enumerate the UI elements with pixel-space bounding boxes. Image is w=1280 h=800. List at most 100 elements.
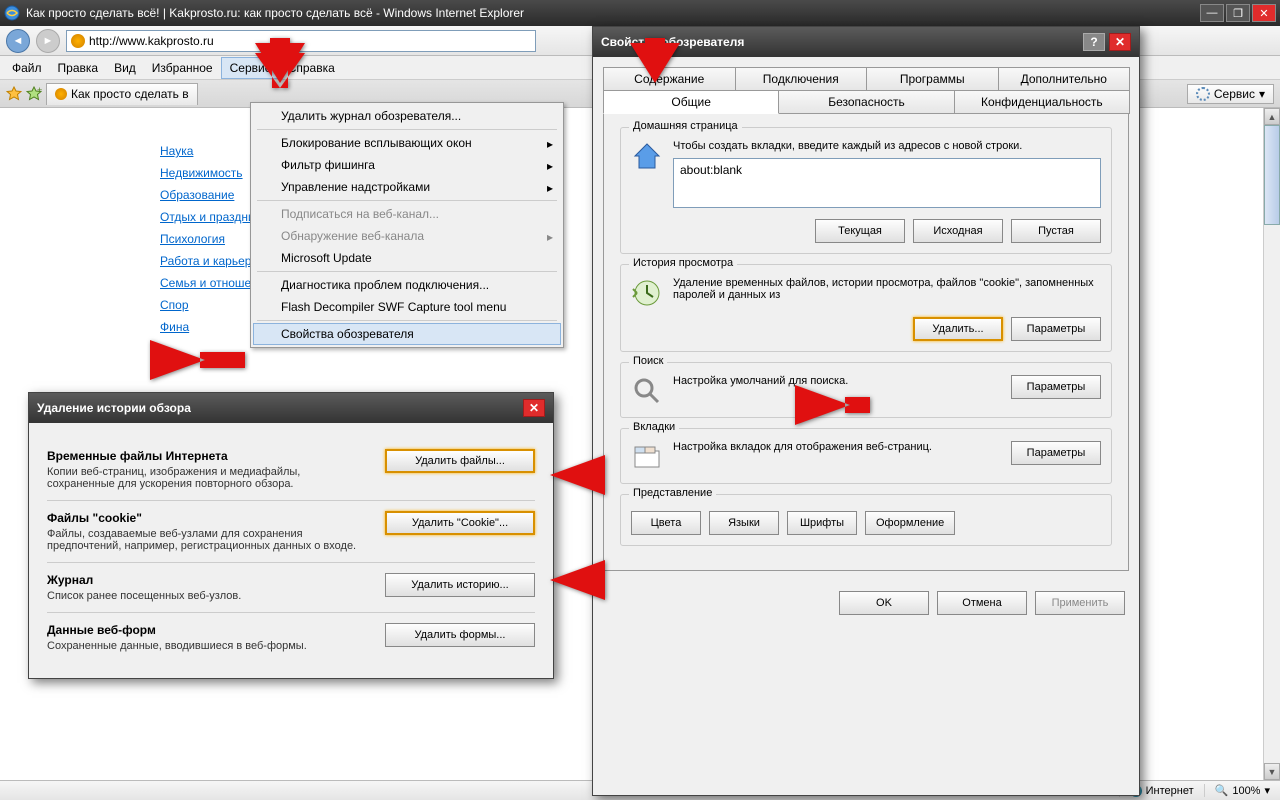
menu-edit[interactable]: Правка bbox=[50, 58, 107, 78]
history-icon bbox=[631, 277, 663, 309]
address-text: http://www.kakprosto.ru bbox=[89, 34, 214, 48]
accessibility-button[interactable]: Оформление bbox=[865, 511, 955, 535]
dd-flash-decompiler[interactable]: Flash Decompiler SWF Capture tool menu bbox=[253, 296, 561, 318]
dd-popup-blocker[interactable]: Блокирование всплывающих окон▸ bbox=[253, 132, 561, 154]
window-title: Как просто сделать всё! | Kakprosto.ru: … bbox=[26, 6, 524, 20]
address-bar[interactable]: http://www.kakprosto.ru bbox=[66, 30, 536, 52]
maximize-button[interactable]: ❐ bbox=[1226, 4, 1250, 22]
tab-favicon bbox=[55, 88, 67, 100]
dd-sep bbox=[257, 320, 557, 321]
group-label: Представление bbox=[629, 487, 716, 499]
group-label: Вкладки bbox=[629, 421, 679, 433]
tab-privacy[interactable]: Конфиденциальность bbox=[954, 90, 1130, 114]
dialog-close-button[interactable]: ✕ bbox=[1109, 33, 1131, 51]
fonts-button[interactable]: Шрифты bbox=[787, 511, 857, 535]
add-favorite-icon[interactable]: + bbox=[26, 86, 42, 102]
dd-internet-options[interactable]: Свойства обозревателя bbox=[253, 323, 561, 345]
back-button[interactable]: ◄ bbox=[6, 29, 30, 53]
cookies-section: Файлы "cookie"Файлы, создаваемые веб-узл… bbox=[47, 501, 535, 563]
dialog-titlebar[interactable]: Свойства обозревателя ? ✕ bbox=[593, 27, 1139, 57]
tools-button[interactable]: Сервис ▾ bbox=[1187, 84, 1274, 104]
tab-connections[interactable]: Подключения bbox=[735, 67, 868, 91]
browser-tab[interactable]: Как просто сделать в bbox=[46, 83, 198, 105]
zoom-indicator[interactable]: 🔍100% ▾ bbox=[1204, 784, 1280, 797]
gear-icon bbox=[1196, 87, 1210, 101]
delete-files-button[interactable]: Удалить файлы... bbox=[385, 449, 535, 473]
magnifier-icon: 🔍 bbox=[1215, 784, 1229, 797]
search-settings-button[interactable]: Параметры bbox=[1011, 375, 1101, 399]
history-settings-button[interactable]: Параметры bbox=[1011, 317, 1101, 341]
svg-text:+: + bbox=[37, 86, 42, 95]
ok-button[interactable]: OK bbox=[839, 591, 929, 615]
dd-sep bbox=[257, 200, 557, 201]
dd-delete-history[interactable]: Удалить журнал обозревателя... bbox=[253, 105, 561, 127]
vertical-scrollbar[interactable]: ▲ ▼ bbox=[1263, 108, 1280, 780]
group-label: Поиск bbox=[629, 355, 667, 367]
site-favicon bbox=[71, 34, 85, 48]
menu-file[interactable]: Файл bbox=[4, 58, 50, 78]
delete-history-dialog: Удаление истории обзора ✕ Временные файл… bbox=[28, 392, 554, 679]
tab-general[interactable]: Общие bbox=[603, 90, 779, 114]
dialog-title: Удаление истории обзора bbox=[37, 401, 191, 415]
tabs-icon bbox=[631, 441, 663, 473]
appearance-group: Представление Цвета Языки Шрифты Оформле… bbox=[620, 494, 1112, 546]
group-label: История просмотра bbox=[629, 257, 737, 269]
menu-view[interactable]: Вид bbox=[106, 58, 144, 78]
tabs-group: Вкладки Настройка вкладок для отображени… bbox=[620, 428, 1112, 484]
scroll-down-button[interactable]: ▼ bbox=[1264, 763, 1280, 780]
current-page-button[interactable]: Текущая bbox=[815, 219, 905, 243]
apply-button[interactable]: Применить bbox=[1035, 591, 1125, 615]
colors-button[interactable]: Цвета bbox=[631, 511, 701, 535]
default-page-button[interactable]: Исходная bbox=[913, 219, 1003, 243]
dialog-title: Свойства обозревателя bbox=[601, 35, 744, 49]
dd-sep bbox=[257, 271, 557, 272]
delete-history-button[interactable]: Удалить... bbox=[913, 317, 1003, 341]
search-icon bbox=[631, 375, 663, 407]
help-button[interactable]: ? bbox=[1083, 33, 1105, 51]
submenu-arrow-icon: ▸ bbox=[547, 230, 553, 244]
chevron-down-icon: ▾ bbox=[1259, 87, 1265, 101]
forward-button[interactable]: ► bbox=[36, 29, 60, 53]
cancel-button[interactable]: Отмена bbox=[937, 591, 1027, 615]
window-titlebar: Как просто сделать всё! | Kakprosto.ru: … bbox=[0, 0, 1280, 26]
submenu-arrow-icon: ▸ bbox=[547, 181, 553, 195]
submenu-arrow-icon: ▸ bbox=[547, 159, 553, 173]
dd-phishing-filter[interactable]: Фильтр фишинга▸ bbox=[253, 154, 561, 176]
chevron-down-icon: ▾ bbox=[1264, 784, 1270, 797]
dd-manage-addons[interactable]: Управление надстройками▸ bbox=[253, 176, 561, 198]
favorites-star-icon[interactable] bbox=[6, 86, 22, 102]
tab-advanced[interactable]: Дополнительно bbox=[998, 67, 1131, 91]
dd-diagnose[interactable]: Диагностика проблем подключения... bbox=[253, 274, 561, 296]
menu-help[interactable]: Справка bbox=[280, 58, 343, 78]
tab-title: Как просто сделать в bbox=[71, 87, 189, 101]
homepage-group: Домашняя страница Чтобы создать вкладки,… bbox=[620, 127, 1112, 254]
service-dropdown: Удалить журнал обозревателя... Блокирова… bbox=[250, 102, 564, 348]
search-group: Поиск Настройка умолчаний для поиска. Па… bbox=[620, 362, 1112, 418]
dialog-close-button[interactable]: ✕ bbox=[523, 399, 545, 417]
delete-history-button[interactable]: Удалить историю... bbox=[385, 573, 535, 597]
menu-favorites[interactable]: Избранное bbox=[144, 58, 221, 78]
scroll-up-button[interactable]: ▲ bbox=[1264, 108, 1280, 125]
dd-subscribe-feed: Подписаться на веб-канал... bbox=[253, 203, 561, 225]
blank-page-button[interactable]: Пустая bbox=[1011, 219, 1101, 243]
home-icon bbox=[631, 140, 663, 172]
tab-security[interactable]: Безопасность bbox=[778, 90, 954, 114]
delete-forms-button[interactable]: Удалить формы... bbox=[385, 623, 535, 647]
history-section: ЖурналСписок ранее посещенных веб-узлов.… bbox=[47, 563, 535, 613]
temp-files-section: Временные файлы ИнтернетаКопии веб-стран… bbox=[47, 439, 535, 501]
form-data-section: Данные веб-формСохраненные данные, вводи… bbox=[47, 613, 535, 662]
tab-content[interactable]: Содержание bbox=[603, 67, 736, 91]
ie-icon bbox=[4, 5, 20, 21]
tab-programs[interactable]: Программы bbox=[866, 67, 999, 91]
dialog-titlebar[interactable]: Удаление истории обзора ✕ bbox=[29, 393, 553, 423]
homepage-input[interactable] bbox=[673, 158, 1101, 208]
tabs-settings-button[interactable]: Параметры bbox=[1011, 441, 1101, 465]
minimize-button[interactable]: — bbox=[1200, 4, 1224, 22]
menu-service[interactable]: Сервис bbox=[221, 57, 280, 79]
languages-button[interactable]: Языки bbox=[709, 511, 779, 535]
scroll-thumb[interactable] bbox=[1264, 125, 1280, 225]
close-button[interactable]: ✕ bbox=[1252, 4, 1276, 22]
dd-microsoft-update[interactable]: Microsoft Update bbox=[253, 247, 561, 269]
group-label: Домашняя страница bbox=[629, 120, 742, 132]
delete-cookies-button[interactable]: Удалить "Cookie"... bbox=[385, 511, 535, 535]
